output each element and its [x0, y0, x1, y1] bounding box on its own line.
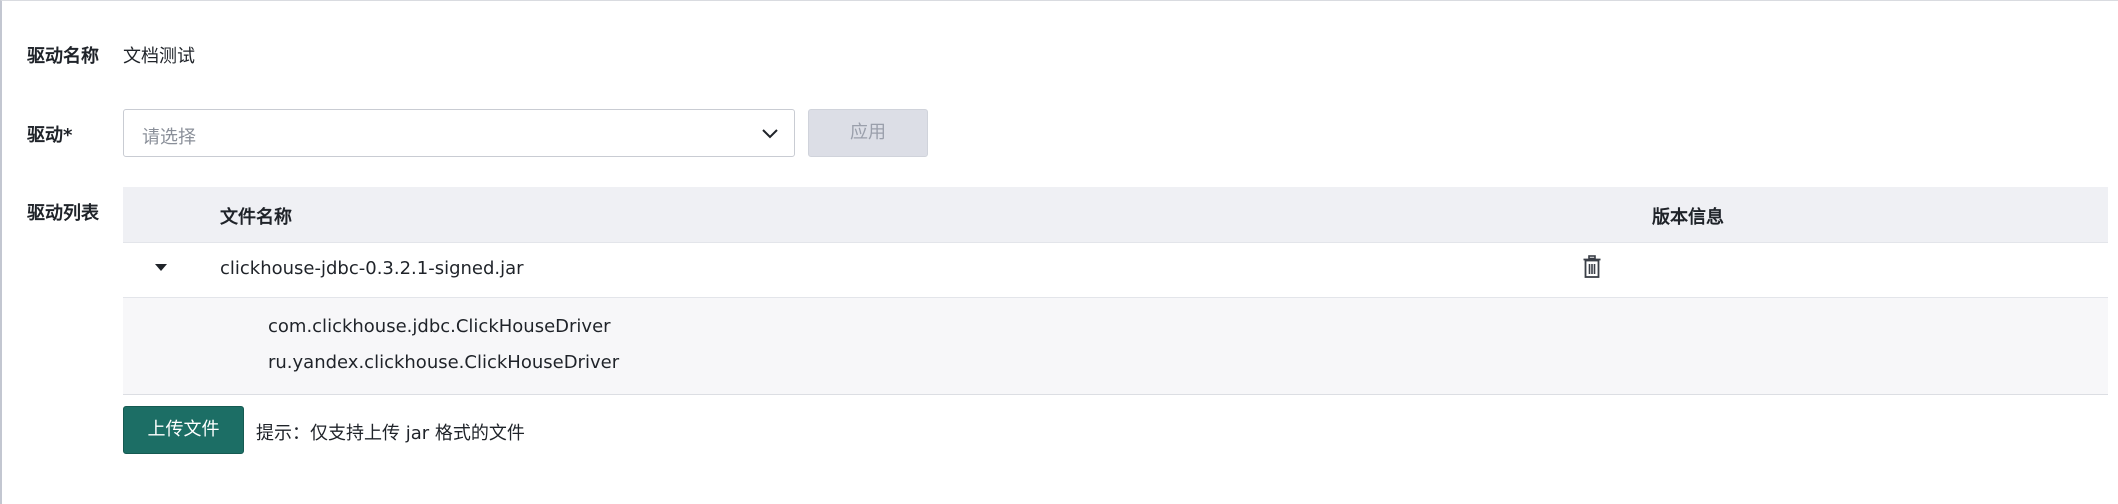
caret-down-icon[interactable]	[155, 264, 167, 271]
file-name-cell: clickhouse-jdbc-0.3.2.1-signed.jar	[220, 258, 524, 279]
driver-list-label: 驱动列表	[27, 203, 99, 224]
driver-label: 驱动*	[27, 125, 73, 146]
driver-name-value: 文档测试	[123, 46, 195, 67]
driver-table: 文件名称 版本信息 clickhouse-jdbc-0.3.2.1-signed…	[123, 187, 2108, 395]
trash-icon[interactable]	[1582, 255, 1602, 279]
apply-button[interactable]: 应用	[808, 109, 928, 157]
driver-config-page: 驱动名称 文档测试 驱动* 请选择 应用 驱动列表 文件名称 版本信息 clic…	[0, 0, 2118, 504]
driver-class-item: ru.yandex.clickhouse.ClickHouseDriver	[268, 352, 620, 373]
table-row: clickhouse-jdbc-0.3.2.1-signed.jar	[123, 243, 2108, 298]
upload-hint: 提示：仅支持上传 jar 格式的文件	[256, 423, 525, 444]
driver-select-placeholder: 请选择	[142, 127, 196, 148]
upload-file-button[interactable]: 上传文件	[123, 406, 244, 454]
driver-select[interactable]: 请选择	[123, 109, 795, 157]
table-header: 文件名称 版本信息	[123, 187, 2108, 243]
driver-name-label: 驱动名称	[27, 46, 99, 67]
chevron-down-icon[interactable]	[760, 124, 780, 144]
column-header-version-info: 版本信息	[1652, 207, 1724, 228]
column-header-file-name: 文件名称	[220, 207, 292, 228]
driver-class-item: com.clickhouse.jdbc.ClickHouseDriver	[268, 316, 611, 337]
expanded-row-details: com.clickhouse.jdbc.ClickHouseDriver ru.…	[123, 298, 2108, 395]
